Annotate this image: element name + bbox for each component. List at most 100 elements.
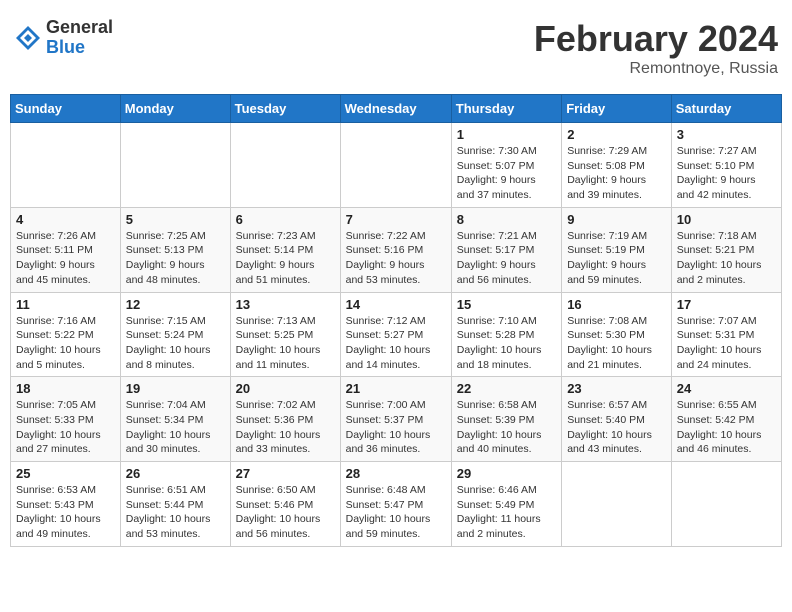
day-info: Sunrise: 7:02 AM Sunset: 5:36 PM Dayligh… (236, 398, 335, 457)
day-info: Sunrise: 6:57 AM Sunset: 5:40 PM Dayligh… (567, 398, 666, 457)
weekday-header-saturday: Saturday (671, 95, 781, 123)
day-info: Sunrise: 7:27 AM Sunset: 5:10 PM Dayligh… (677, 144, 776, 203)
week-row-5: 25 Sunrise: 6:53 AM Sunset: 5:43 PM Dayli… (11, 462, 782, 547)
day-cell-24: 24 Sunrise: 6:55 AM Sunset: 5:42 PM Dayli… (671, 377, 781, 462)
day-number: 13 (236, 297, 335, 312)
day-info: Sunrise: 7:19 AM Sunset: 5:19 PM Dayligh… (567, 229, 666, 288)
empty-cell (11, 123, 121, 208)
day-number: 14 (346, 297, 446, 312)
day-cell-22: 22 Sunrise: 6:58 AM Sunset: 5:39 PM Dayli… (451, 377, 561, 462)
day-number: 17 (677, 297, 776, 312)
day-number: 29 (457, 466, 556, 481)
day-info: Sunrise: 7:16 AM Sunset: 5:22 PM Dayligh… (16, 314, 115, 373)
week-row-3: 11 Sunrise: 7:16 AM Sunset: 5:22 PM Dayli… (11, 292, 782, 377)
day-cell-17: 17Sunrise: 7:07 AM Sunset: 5:31 PM Dayli… (671, 292, 781, 377)
day-cell-29: 29Sunrise: 6:46 AM Sunset: 5:49 PM Dayli… (451, 462, 561, 547)
weekday-header-sunday: Sunday (11, 95, 121, 123)
day-info: Sunrise: 7:30 AM Sunset: 5:07 PM Dayligh… (457, 144, 556, 203)
day-number: 8 (457, 212, 556, 227)
day-info: Sunrise: 7:15 AM Sunset: 5:24 PM Dayligh… (126, 314, 225, 373)
day-cell-23: 23 Sunrise: 6:57 AM Sunset: 5:40 PM Dayli… (562, 377, 672, 462)
logo-blue-text: Blue (46, 38, 113, 58)
day-number: 11 (16, 297, 115, 312)
day-number: 23 (567, 381, 666, 396)
day-cell-1: 1 Sunrise: 7:30 AM Sunset: 5:07 PM Daylig… (451, 123, 561, 208)
day-number: 4 (16, 212, 115, 227)
day-cell-14: 14 Sunrise: 7:12 AM Sunset: 5:27 PM Dayli… (340, 292, 451, 377)
day-cell-11: 11 Sunrise: 7:16 AM Sunset: 5:22 PM Dayli… (11, 292, 121, 377)
day-number: 28 (346, 466, 446, 481)
week-row-1: 1 Sunrise: 7:30 AM Sunset: 5:07 PM Daylig… (11, 123, 782, 208)
day-number: 6 (236, 212, 335, 227)
day-info: Sunrise: 6:58 AM Sunset: 5:39 PM Dayligh… (457, 398, 556, 457)
weekday-header-row: SundayMondayTuesdayWednesdayThursdayFrid… (11, 95, 782, 123)
day-number: 25 (16, 466, 115, 481)
day-info: Sunrise: 7:05 AM Sunset: 5:33 PM Dayligh… (16, 398, 115, 457)
day-number: 27 (236, 466, 335, 481)
day-info: Sunrise: 7:25 AM Sunset: 5:13 PM Dayligh… (126, 229, 225, 288)
day-cell-10: 10 Sunrise: 7:18 AM Sunset: 5:21 PM Dayli… (671, 207, 781, 292)
day-info: Sunrise: 6:53 AM Sunset: 5:43 PM Dayligh… (16, 483, 115, 542)
day-cell-7: 7Sunrise: 7:22 AM Sunset: 5:16 PM Daylig… (340, 207, 451, 292)
day-number: 10 (677, 212, 776, 227)
day-cell-5: 5 Sunrise: 7:25 AM Sunset: 5:13 PM Daylig… (120, 207, 230, 292)
day-number: 24 (677, 381, 776, 396)
day-number: 2 (567, 127, 666, 142)
day-info: Sunrise: 7:26 AM Sunset: 5:11 PM Dayligh… (16, 229, 115, 288)
day-info: Sunrise: 7:12 AM Sunset: 5:27 PM Dayligh… (346, 314, 446, 373)
day-number: 18 (16, 381, 115, 396)
calendar-location: Remontnoye, Russia (534, 60, 778, 78)
day-info: Sunrise: 6:48 AM Sunset: 5:47 PM Dayligh… (346, 483, 446, 542)
day-info: Sunrise: 6:55 AM Sunset: 5:42 PM Dayligh… (677, 398, 776, 457)
day-info: Sunrise: 7:22 AM Sunset: 5:16 PM Dayligh… (346, 229, 446, 288)
day-number: 19 (126, 381, 225, 396)
calendar-table: SundayMondayTuesdayWednesdayThursdayFrid… (10, 94, 782, 547)
logo-icon (14, 24, 42, 52)
weekday-header-wednesday: Wednesday (340, 95, 451, 123)
day-info: Sunrise: 7:23 AM Sunset: 5:14 PM Dayligh… (236, 229, 335, 288)
day-cell-18: 18 Sunrise: 7:05 AM Sunset: 5:33 PM Dayli… (11, 377, 121, 462)
day-cell-12: 12Sunrise: 7:15 AM Sunset: 5:24 PM Dayli… (120, 292, 230, 377)
empty-cell (120, 123, 230, 208)
week-row-4: 18 Sunrise: 7:05 AM Sunset: 5:33 PM Dayli… (11, 377, 782, 462)
empty-cell (230, 123, 340, 208)
logo-text: General Blue (46, 18, 113, 58)
day-info: Sunrise: 7:29 AM Sunset: 5:08 PM Dayligh… (567, 144, 666, 203)
day-cell-4: 4 Sunrise: 7:26 AM Sunset: 5:11 PM Daylig… (11, 207, 121, 292)
day-info: Sunrise: 7:21 AM Sunset: 5:17 PM Dayligh… (457, 229, 556, 288)
day-number: 20 (236, 381, 335, 396)
empty-cell (671, 462, 781, 547)
day-number: 22 (457, 381, 556, 396)
day-cell-2: 2 Sunrise: 7:29 AM Sunset: 5:08 PM Daylig… (562, 123, 672, 208)
day-info: Sunrise: 6:50 AM Sunset: 5:46 PM Dayligh… (236, 483, 335, 542)
day-cell-13: 13 Sunrise: 7:13 AM Sunset: 5:25 PM Dayli… (230, 292, 340, 377)
day-cell-27: 27 Sunrise: 6:50 AM Sunset: 5:46 PM Dayli… (230, 462, 340, 547)
day-cell-26: 26Sunrise: 6:51 AM Sunset: 5:44 PM Dayli… (120, 462, 230, 547)
logo: General Blue (14, 18, 113, 58)
day-cell-3: 3 Sunrise: 7:27 AM Sunset: 5:10 PM Daylig… (671, 123, 781, 208)
day-cell-16: 16 Sunrise: 7:08 AM Sunset: 5:30 PM Dayli… (562, 292, 672, 377)
day-info: Sunrise: 7:13 AM Sunset: 5:25 PM Dayligh… (236, 314, 335, 373)
weekday-header-friday: Friday (562, 95, 672, 123)
day-cell-6: 6 Sunrise: 7:23 AM Sunset: 5:14 PM Daylig… (230, 207, 340, 292)
day-number: 1 (457, 127, 556, 142)
day-cell-19: 19 Sunrise: 7:04 AM Sunset: 5:34 PM Dayli… (120, 377, 230, 462)
day-number: 9 (567, 212, 666, 227)
day-info: Sunrise: 7:10 AM Sunset: 5:28 PM Dayligh… (457, 314, 556, 373)
day-number: 5 (126, 212, 225, 227)
day-cell-9: 9 Sunrise: 7:19 AM Sunset: 5:19 PM Daylig… (562, 207, 672, 292)
page-header: General Blue February 2024 Remontnoye, R… (10, 10, 782, 86)
day-number: 21 (346, 381, 446, 396)
day-number: 16 (567, 297, 666, 312)
title-block: February 2024 Remontnoye, Russia (534, 18, 778, 78)
empty-cell (340, 123, 451, 208)
day-info: Sunrise: 7:18 AM Sunset: 5:21 PM Dayligh… (677, 229, 776, 288)
day-number: 15 (457, 297, 556, 312)
day-info: Sunrise: 7:08 AM Sunset: 5:30 PM Dayligh… (567, 314, 666, 373)
week-row-2: 4 Sunrise: 7:26 AM Sunset: 5:11 PM Daylig… (11, 207, 782, 292)
day-info: Sunrise: 7:04 AM Sunset: 5:34 PM Dayligh… (126, 398, 225, 457)
calendar-title: February 2024 (534, 18, 778, 60)
day-number: 3 (677, 127, 776, 142)
day-cell-20: 20 Sunrise: 7:02 AM Sunset: 5:36 PM Dayli… (230, 377, 340, 462)
day-cell-15: 15 Sunrise: 7:10 AM Sunset: 5:28 PM Dayli… (451, 292, 561, 377)
